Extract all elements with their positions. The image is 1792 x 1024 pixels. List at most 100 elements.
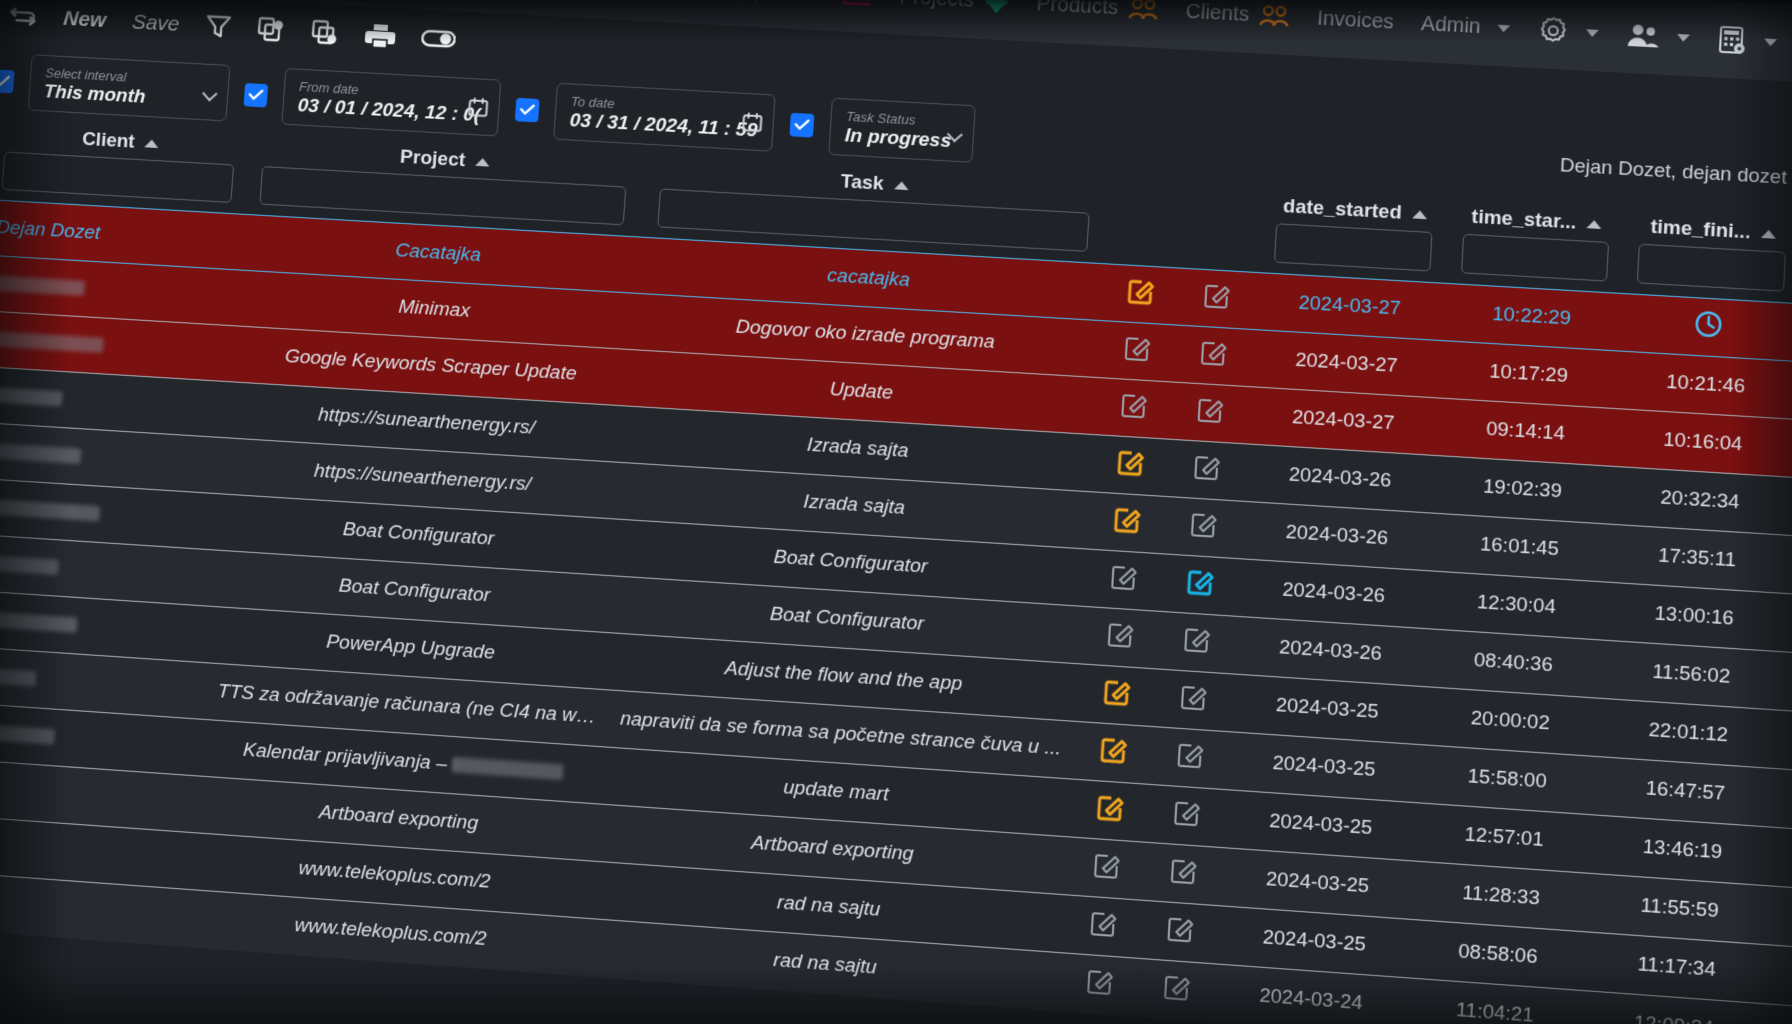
sort-asc-icon[interactable] xyxy=(1761,229,1777,239)
save-button[interactable]: Save xyxy=(131,10,180,37)
cell-edit-primary[interactable] xyxy=(1076,663,1158,727)
cell-edit-primary[interactable] xyxy=(1097,320,1178,383)
cell-time-finished: 11:17:34 xyxy=(1636,953,1717,982)
task-status-checkbox[interactable] xyxy=(789,112,815,138)
calendar-icon[interactable] xyxy=(467,97,489,122)
edit-icon[interactable] xyxy=(1085,967,1114,996)
cell-edit-secondary[interactable] xyxy=(1147,784,1229,848)
cell-edit-secondary[interactable] xyxy=(1174,325,1255,387)
time-finished-filter-input[interactable] xyxy=(1636,243,1787,292)
copy-add-icon[interactable] xyxy=(256,16,286,44)
cell-edit-primary[interactable] xyxy=(1093,377,1175,440)
from-date-checkbox[interactable] xyxy=(243,82,269,107)
edit-icon[interactable] xyxy=(1167,914,1196,943)
new-button[interactable]: New xyxy=(62,7,108,33)
edit-icon[interactable] xyxy=(1177,740,1206,769)
bookmark-check-icon xyxy=(737,0,761,3)
to-date-checkbox[interactable] xyxy=(514,97,540,122)
to-date-field[interactable]: To date 03 / 31 / 2024, 11 : 59 xyxy=(553,82,776,152)
clock-icon[interactable] xyxy=(1693,309,1724,340)
filter-icon[interactable] xyxy=(204,13,232,41)
sort-asc-icon[interactable] xyxy=(144,139,159,149)
edit-icon[interactable] xyxy=(1116,448,1145,477)
nav-products[interactable]: Products xyxy=(1021,0,1174,49)
edit-icon[interactable] xyxy=(1170,856,1199,885)
edit-icon[interactable] xyxy=(1096,793,1125,822)
calendar-icon[interactable] xyxy=(741,112,763,138)
edit-icon[interactable] xyxy=(1106,620,1135,649)
th-date-started[interactable]: date_started xyxy=(1257,188,1450,284)
cell-edit-secondary[interactable] xyxy=(1153,668,1235,732)
cell-edit-secondary[interactable] xyxy=(1140,900,1222,965)
print-icon[interactable] xyxy=(364,22,396,50)
project-filter-input[interactable] xyxy=(259,166,627,226)
sort-asc-icon[interactable] xyxy=(893,181,909,191)
cell-edit-secondary[interactable] xyxy=(1143,842,1225,906)
cell-edit-secondary[interactable] xyxy=(1163,496,1245,559)
task-status-field[interactable]: Task Status In progress xyxy=(828,97,976,163)
edit-icon[interactable] xyxy=(1200,338,1229,367)
nav-projects[interactable]: Projects xyxy=(884,0,1026,41)
cell-edit-primary[interactable] xyxy=(1059,952,1141,1017)
edit-icon[interactable] xyxy=(1183,625,1212,654)
cell-edit-primary[interactable] xyxy=(1080,606,1161,669)
cell-edit-primary[interactable] xyxy=(1069,779,1151,843)
client-filter-input[interactable] xyxy=(1,151,234,203)
cell-edit-primary[interactable] xyxy=(1090,434,1171,497)
edit-icon[interactable] xyxy=(1103,678,1132,707)
cell-edit-primary[interactable] xyxy=(1066,836,1148,901)
edit-icon[interactable] xyxy=(1099,735,1128,764)
th-time-started[interactable]: time_star... xyxy=(1445,198,1626,294)
sort-asc-icon[interactable] xyxy=(1411,210,1428,220)
nav-users[interactable] xyxy=(1610,0,1705,77)
nav-invoices[interactable]: Invoices xyxy=(1301,0,1409,61)
cell-edit-secondary[interactable] xyxy=(1167,439,1248,502)
sort-asc-icon[interactable] xyxy=(474,157,490,167)
edit-icon[interactable] xyxy=(1163,973,1192,1003)
cell-edit-primary[interactable] xyxy=(1100,263,1181,326)
cell-edit-secondary[interactable] xyxy=(1136,958,1219,1023)
nav-stats[interactable]: Stats xyxy=(771,0,889,34)
edit-icon[interactable] xyxy=(1089,909,1118,938)
edit-icon[interactable] xyxy=(1110,563,1139,592)
sort-asc-icon[interactable] xyxy=(1586,219,1603,229)
edit-icon[interactable] xyxy=(1193,453,1222,482)
cell-edit-secondary[interactable] xyxy=(1170,382,1252,445)
cell-edit-secondary[interactable] xyxy=(1177,268,1258,330)
edit-icon[interactable] xyxy=(1180,683,1209,712)
edit-icon[interactable] xyxy=(1092,851,1121,880)
select-interval-field[interactable]: Select interval This month xyxy=(27,54,231,122)
cell-edit-primary[interactable] xyxy=(1086,491,1168,554)
edit-icon[interactable] xyxy=(1120,391,1149,420)
th-time-finished[interactable]: time_fini... xyxy=(1621,208,1792,304)
th-client[interactable]: Client xyxy=(0,117,249,215)
edit-icon[interactable] xyxy=(1190,510,1219,539)
projects-icon xyxy=(982,0,1010,16)
toggle-icon[interactable] xyxy=(421,28,457,50)
cell-edit-secondary[interactable] xyxy=(1157,611,1239,675)
nav-calculator[interactable] xyxy=(1702,0,1792,81)
cell-time-started: 10:22:29 xyxy=(1441,283,1622,351)
cell-edit-secondary[interactable] xyxy=(1160,553,1242,617)
cell-edit-primary[interactable] xyxy=(1073,721,1154,785)
time-started-filter-input[interactable] xyxy=(1460,233,1610,282)
date-started-filter-input[interactable] xyxy=(1273,223,1433,272)
edit-icon[interactable] xyxy=(1187,568,1216,597)
edit-icon[interactable] xyxy=(1113,505,1142,534)
edit-icon[interactable] xyxy=(1123,334,1152,363)
nav-admin[interactable]: Admin xyxy=(1405,0,1525,67)
edit-icon[interactable] xyxy=(1173,798,1202,827)
edit-icon[interactable] xyxy=(1197,396,1226,425)
screenshot-scene: Tasks Hourly Sheet xyxy=(0,0,1792,1024)
refresh-icon[interactable] xyxy=(7,4,38,30)
cell-edit-secondary[interactable] xyxy=(1150,726,1232,790)
copy-remove-icon[interactable] xyxy=(310,19,340,47)
edit-icon[interactable] xyxy=(1203,281,1232,310)
nav-clients[interactable]: Clients xyxy=(1170,0,1306,56)
cell-edit-primary[interactable] xyxy=(1062,894,1144,959)
edit-icon[interactable] xyxy=(1126,277,1155,305)
from-date-field[interactable]: From date 03 / 01 / 2024, 12 : 0( xyxy=(281,67,502,137)
cell-edit-primary[interactable] xyxy=(1083,549,1164,612)
interval-checkbox[interactable] xyxy=(0,68,15,94)
nav-settings[interactable] xyxy=(1522,0,1615,72)
